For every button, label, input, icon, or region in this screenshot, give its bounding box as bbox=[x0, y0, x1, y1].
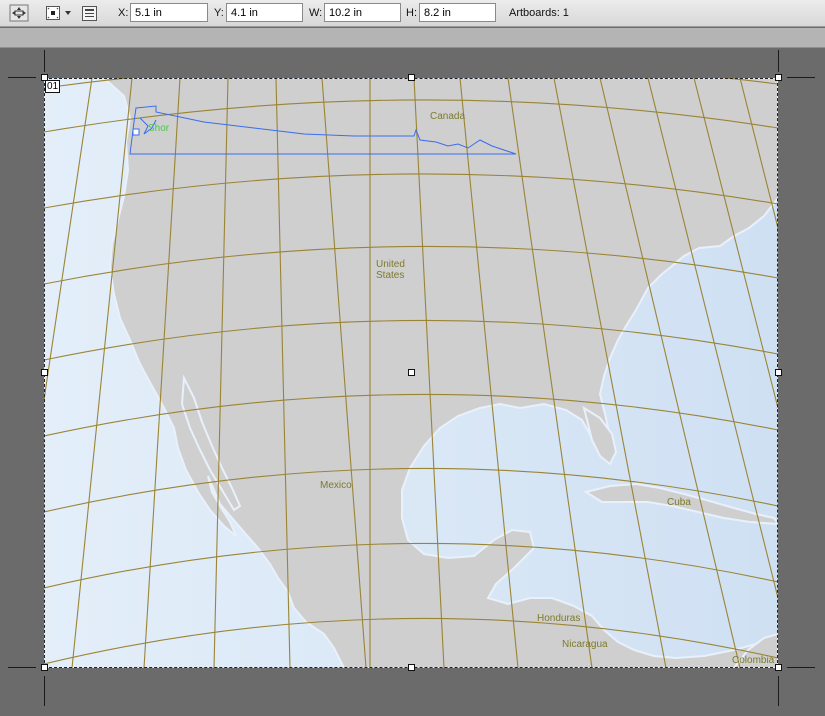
dropdown-arrow-icon[interactable] bbox=[63, 3, 73, 23]
label-united-states-line1[interactable]: United bbox=[376, 259, 405, 270]
label-united-states-line2[interactable]: States bbox=[376, 270, 404, 281]
handle-center[interactable] bbox=[408, 369, 415, 376]
label-cuba[interactable]: Cuba bbox=[667, 497, 691, 508]
y-label: Y: bbox=[214, 7, 224, 19]
x-field[interactable] bbox=[130, 3, 208, 22]
crop-mark bbox=[8, 667, 36, 668]
width-field[interactable] bbox=[324, 3, 401, 22]
handle-middle-left[interactable] bbox=[41, 369, 48, 376]
crop-mark bbox=[778, 676, 779, 706]
handle-bottom-right[interactable] bbox=[775, 664, 782, 671]
reference-point-icon[interactable] bbox=[45, 3, 61, 23]
label-canada[interactable]: Canada bbox=[430, 111, 465, 122]
crop-mark bbox=[44, 50, 45, 72]
artboard-number-badge: 01 bbox=[45, 80, 61, 93]
handle-top-left[interactable] bbox=[41, 74, 48, 81]
artboard-control-bar: X: Y: W: H: Artboards: 1 bbox=[0, 0, 825, 27]
crop-mark bbox=[778, 50, 779, 72]
height-field[interactable] bbox=[419, 3, 496, 22]
handle-bottom-center[interactable] bbox=[408, 664, 415, 671]
anchor-point[interactable] bbox=[132, 128, 140, 136]
h-label: H: bbox=[406, 7, 417, 19]
crop-mark bbox=[8, 77, 36, 78]
move-artboard-icon[interactable] bbox=[8, 3, 30, 23]
handle-top-right[interactable] bbox=[775, 74, 782, 81]
handle-bottom-left[interactable] bbox=[41, 664, 48, 671]
crop-mark bbox=[787, 667, 815, 668]
label-honduras[interactable]: Honduras bbox=[537, 613, 580, 624]
label-colombia[interactable]: Colombia bbox=[732, 655, 774, 666]
x-label: X: bbox=[118, 7, 129, 19]
label-selected-text[interactable]: Shor bbox=[148, 123, 169, 134]
crop-mark bbox=[44, 676, 45, 706]
y-field[interactable] bbox=[226, 3, 303, 22]
crop-mark bbox=[787, 77, 815, 78]
artboards-count: Artboards: 1 bbox=[509, 7, 569, 19]
label-mexico[interactable]: Mexico bbox=[320, 480, 352, 491]
document-tab-bar bbox=[0, 28, 825, 48]
handle-top-center[interactable] bbox=[408, 74, 415, 81]
w-label: W: bbox=[309, 7, 323, 19]
handle-middle-right[interactable] bbox=[775, 369, 782, 376]
label-nicaragua[interactable]: Nicaragua bbox=[562, 639, 608, 650]
artboard-options-icon[interactable] bbox=[81, 3, 97, 23]
